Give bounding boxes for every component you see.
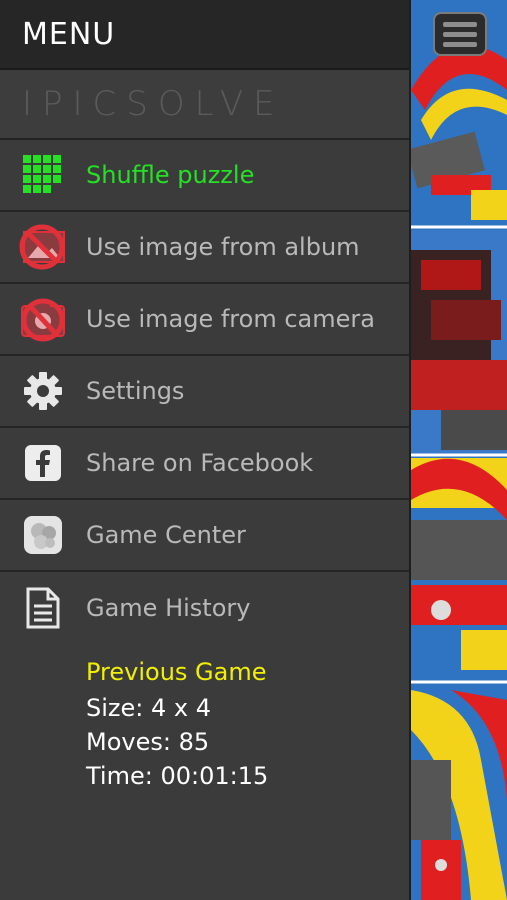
brand-name: IPICSOLVE (22, 84, 285, 124)
facebook-icon (0, 427, 86, 499)
menu-item-settings[interactable]: Settings (0, 356, 409, 428)
menu-item-game-history[interactable]: Game History (0, 572, 409, 644)
menu-item-label: Shuffle puzzle (86, 161, 255, 189)
camera-disabled-icon (0, 283, 86, 355)
menu-item-share-facebook[interactable]: Share on Facebook (0, 428, 409, 500)
puzzle-image-preview (411, 0, 507, 900)
menu-title: MENU (22, 16, 116, 52)
menu-item-label: Use image from camera (86, 305, 375, 333)
menu-item-label: Game Center (86, 521, 246, 549)
hamburger-line (443, 31, 477, 37)
menu-item-use-image-album[interactable]: Use image from album (0, 212, 409, 284)
hamburger-line (443, 41, 477, 47)
menu-item-label: Settings (86, 377, 185, 405)
album-disabled-icon (0, 211, 86, 283)
menu-item-label: Share on Facebook (86, 449, 314, 477)
menu-item-label: Game History (86, 594, 251, 622)
hamburger-line (443, 21, 477, 27)
menu-item-game-center[interactable]: Game Center (0, 500, 409, 572)
previous-game-title: Previous Game (86, 658, 267, 686)
menu-item-label: Use image from album (86, 233, 360, 261)
gear-icon (0, 355, 86, 427)
game-moves: Moves: 85 (86, 728, 210, 756)
game-time: Time: 00:01:15 (86, 762, 269, 790)
hamburger-menu-button[interactable] (433, 12, 487, 56)
game-size: Size: 4 x 4 (86, 694, 211, 722)
menu-item-shuffle-puzzle[interactable]: Shuffle puzzle (0, 140, 409, 212)
game-center-icon (0, 499, 86, 571)
menu-header: MENU (0, 0, 409, 70)
roller-coaster-image (411, 0, 507, 900)
grid-icon (0, 139, 86, 211)
menu-item-use-image-camera[interactable]: Use image from camera (0, 284, 409, 356)
document-icon (0, 572, 86, 644)
side-menu: MENU IPICSOLVE Shuffle puzzle Use image … (0, 0, 411, 900)
previous-game-summary: Previous Game Size: 4 x 4 Moves: 85 Time… (0, 658, 409, 790)
brand-bar: IPICSOLVE (0, 70, 409, 140)
